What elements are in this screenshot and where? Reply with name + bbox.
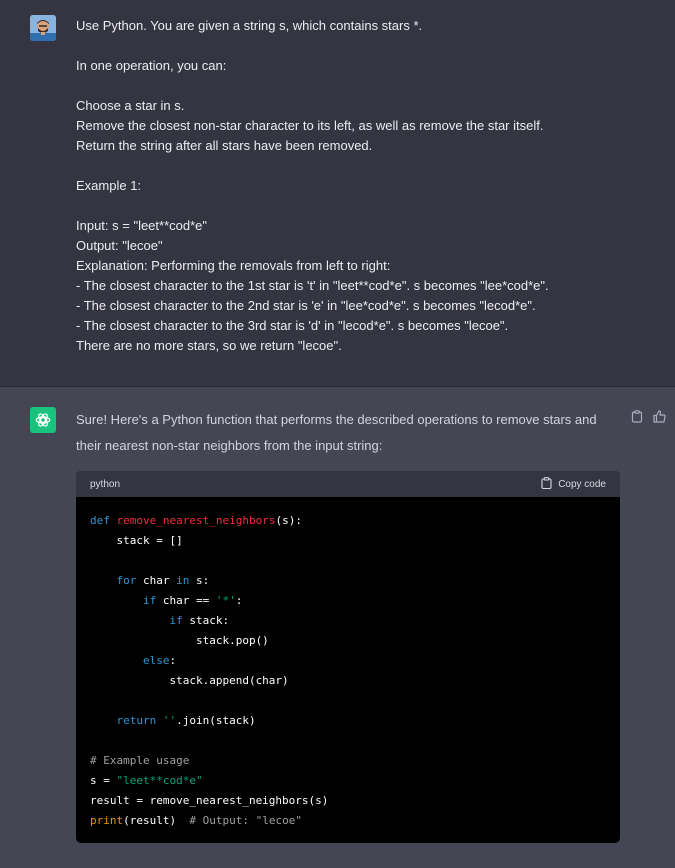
code-line: stack.pop() <box>90 634 269 647</box>
code-line: else: <box>142 654 177 667</box>
user-message-line <box>76 76 646 96</box>
code-line: result = remove_nearest_neighbors(s) <box>90 794 329 807</box>
code-line: for char in s: <box>116 574 210 587</box>
user-message-line <box>76 36 646 56</box>
user-message-line: Output: "lecoe" <box>76 238 163 253</box>
user-message-line: In one operation, you can: <box>76 58 227 73</box>
code-line: # Example usage <box>90 754 190 767</box>
code-line: def remove_nearest_neighbors(s): <box>90 514 302 527</box>
code-block: python Copy code def remove_nearest_neig… <box>76 471 620 843</box>
user-message-line: Return the string after all stars have b… <box>76 138 373 153</box>
code-line: return ''.join(stack) <box>116 714 256 727</box>
assistant-message: Sure! Here's a Python function that perf… <box>0 387 675 868</box>
user-message-line: Remove the closest non-star character to… <box>76 118 544 133</box>
clipboard-icon <box>541 476 552 492</box>
assistant-message-text: Sure! Here's a Python function that perf… <box>76 412 597 453</box>
user-avatar <box>30 15 56 41</box>
code-line: print(result) # Output: "lecoe" <box>90 814 302 827</box>
user-message-line: There are no more stars, so we return "l… <box>76 338 342 353</box>
thumbs-up-icon[interactable] <box>652 409 666 423</box>
code-line: if stack: <box>169 614 230 627</box>
user-message-line: Example 1: <box>76 178 142 193</box>
copy-code-button[interactable]: Copy code <box>541 476 606 492</box>
user-message-line: - The closest character to the 3rd star … <box>76 318 509 333</box>
code-line: stack.append(char) <box>90 674 289 687</box>
code-language-label: python <box>90 478 121 490</box>
user-message-line: - The closest character to the 2nd star … <box>76 298 536 313</box>
user-message-line: Explanation: Performing the removals fro… <box>76 258 391 273</box>
user-message-line <box>76 196 646 216</box>
code-content: def remove_nearest_neighbors(s): stack =… <box>76 497 620 843</box>
code-line: s = "leet**cod*e" <box>90 774 203 787</box>
user-message-line: Use Python. You are given a string s, wh… <box>76 18 423 33</box>
user-message-line: Choose a star in s. <box>76 98 185 113</box>
message-actions <box>630 409 666 423</box>
code-line: stack = [] <box>90 534 183 547</box>
clipboard-icon[interactable] <box>630 409 644 423</box>
copy-code-label: Copy code <box>558 478 606 490</box>
user-message: Use Python. You are given a string s, wh… <box>0 0 675 387</box>
code-line: if char == '*': <box>142 594 243 607</box>
user-message-line: - The closest character to the 1st star … <box>76 278 549 293</box>
code-block-header: python Copy code <box>76 471 620 497</box>
user-message-line <box>76 156 646 176</box>
user-message-line: Input: s = "leet**cod*e" <box>76 218 208 233</box>
user-message-text: Use Python. You are given a string s, wh… <box>76 16 646 356</box>
openai-logo-icon <box>30 407 56 433</box>
